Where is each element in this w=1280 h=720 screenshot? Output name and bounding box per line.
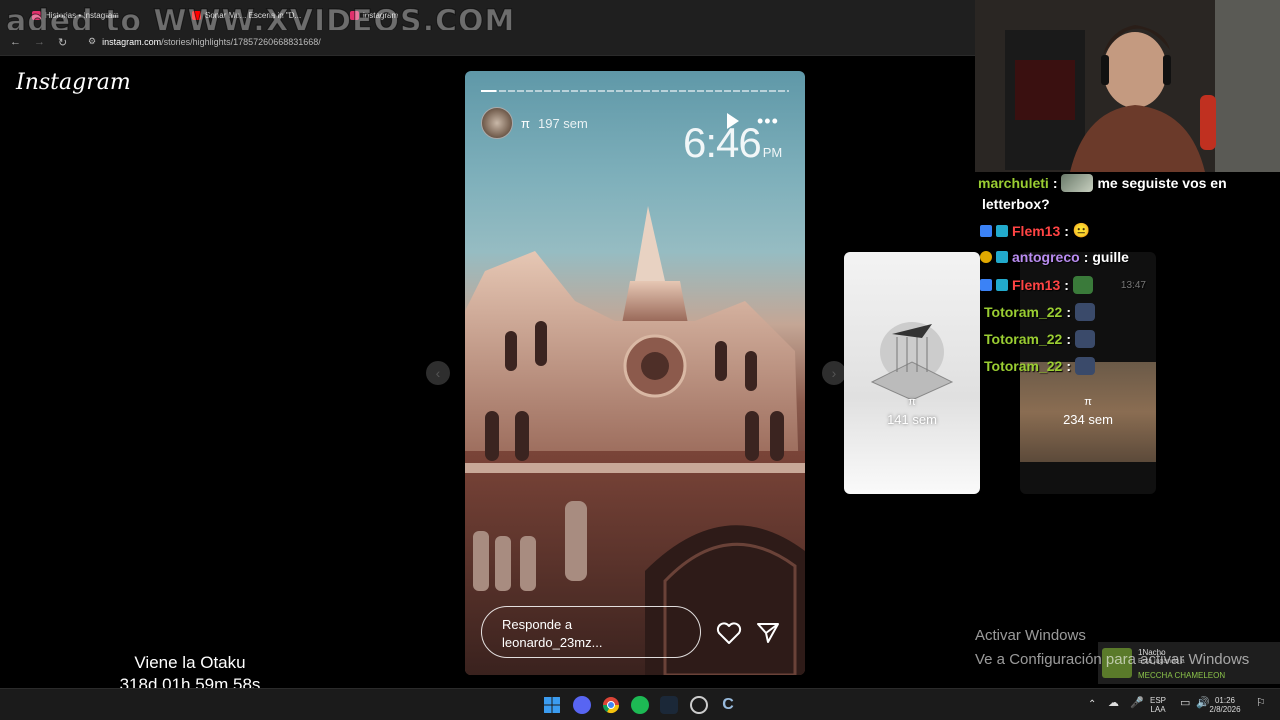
microphone-icon[interactable]: 🎤 bbox=[1130, 698, 1144, 709]
story-progress-fill bbox=[481, 90, 497, 92]
badge-icon bbox=[996, 224, 1008, 237]
clock-time: 01:26 bbox=[1214, 696, 1236, 705]
previous-story-button[interactable]: ‹ bbox=[426, 361, 450, 385]
chat-message-continuation: letterbox? bbox=[982, 196, 1050, 212]
url-field[interactable]: ⚙ instagram.com/stories/highlights/17857… bbox=[88, 36, 321, 47]
activate-title: Activar Windows bbox=[975, 627, 1086, 644]
story-age: 197 sem bbox=[537, 115, 588, 131]
chevron-left-icon: ‹ bbox=[435, 365, 441, 381]
clock-date: 2/8/2026 bbox=[1209, 705, 1241, 714]
chat-message: Flem13: 13:47 bbox=[980, 276, 1146, 294]
chat-message: Totoram_22: bbox=[984, 357, 1095, 375]
language-indicator[interactable]: ESP LAA bbox=[1150, 696, 1166, 714]
site-info-icon[interactable]: ⚙ bbox=[88, 36, 96, 47]
emote-icon bbox=[1075, 303, 1095, 321]
chat-username: marchuleti bbox=[978, 175, 1049, 191]
play-icon[interactable] bbox=[727, 113, 739, 129]
more-options-icon[interactable]: ••• bbox=[757, 111, 779, 132]
activate-windows-watermark: Activar Windows Ve a Configuración para … bbox=[975, 624, 1249, 672]
activate-subtitle: Ve a Configuración para activar Windows bbox=[975, 651, 1250, 668]
language-top: ESP bbox=[1150, 696, 1167, 705]
steam-icon[interactable] bbox=[660, 696, 678, 714]
clock-time: 6:46 bbox=[683, 119, 762, 166]
story-header: π 197 sem bbox=[481, 107, 588, 139]
chevron-up-icon[interactable]: ⌃ bbox=[1088, 700, 1096, 710]
chat-text: me seguiste vos en bbox=[1097, 175, 1227, 191]
spotify-icon[interactable] bbox=[631, 696, 649, 714]
send-icon[interactable] bbox=[756, 621, 780, 645]
next-story-button[interactable]: › bbox=[822, 361, 846, 385]
badge-icon bbox=[980, 279, 992, 291]
chat-timestamp: 13:47 bbox=[1120, 279, 1146, 291]
ccleaner-icon[interactable]: C bbox=[719, 696, 737, 714]
chat-message: Flem13: 😐 bbox=[980, 222, 1090, 239]
clock-ampm: PM bbox=[762, 145, 783, 160]
instagram-logo[interactable]: Instagram bbox=[16, 70, 131, 95]
reload-icon[interactable]: ↻ bbox=[58, 36, 67, 49]
windows-start-icon[interactable] bbox=[543, 696, 561, 714]
forward-icon[interactable]: → bbox=[34, 36, 45, 48]
emote-icon bbox=[1075, 357, 1095, 375]
obs-icon[interactable] bbox=[690, 696, 708, 714]
badge-icon bbox=[996, 279, 1008, 291]
badge-icon bbox=[980, 224, 992, 237]
streamer-image bbox=[975, 0, 1280, 172]
now-playing-game: MECCHA CHAMELEON bbox=[1138, 671, 1226, 680]
chevron-right-icon: › bbox=[831, 365, 837, 381]
side-story-username: π bbox=[1084, 396, 1092, 408]
badge-icon bbox=[980, 251, 992, 263]
reply-placeholder-line1: Responde a bbox=[502, 617, 573, 632]
chat-message: antogreco: guille bbox=[980, 249, 1129, 265]
discord-icon[interactable] bbox=[573, 696, 591, 714]
cloud-icon[interactable]: ☁ bbox=[1108, 698, 1119, 709]
notification-icon[interactable]: ⚐ bbox=[1256, 698, 1266, 709]
side-story-age: 141 sem bbox=[887, 412, 937, 427]
story-viewer[interactable]: π 197 sem 6:46 PM ••• Responde a leonard… bbox=[465, 71, 805, 675]
emote-icon bbox=[1072, 276, 1093, 294]
back-icon[interactable]: ← bbox=[10, 36, 21, 48]
clock[interactable]: 01:26 2/8/2026 bbox=[1204, 696, 1246, 714]
reply-input[interactable]: Responde a leonardo_23mz... bbox=[481, 606, 701, 658]
chrome-icon[interactable] bbox=[602, 696, 620, 714]
story-thumbnail bbox=[870, 322, 954, 401]
chat-username: Totoram_22 bbox=[984, 304, 1063, 320]
chat-username: Flem13 bbox=[1012, 277, 1061, 293]
side-story-username: π bbox=[908, 396, 916, 408]
webcam-feed bbox=[975, 0, 1280, 172]
chat-message: Totoram_22: bbox=[984, 303, 1095, 321]
monitor-icon[interactable]: ▭ bbox=[1180, 698, 1190, 709]
address-bar: ← → ↻ ⚙ instagram.com/stories/highlights… bbox=[0, 30, 975, 56]
badge-icon bbox=[996, 251, 1008, 263]
url-host: instagram.com bbox=[102, 36, 162, 47]
emote-icon bbox=[1061, 174, 1094, 192]
windows-taskbar: C ⌃ ☁ 🎤 ESP LAA ▭ 🔊 01:26 2/8/2026 ⚐ bbox=[0, 688, 1280, 720]
reply-placeholder-line2: leonardo_23mz... bbox=[502, 635, 603, 650]
chat-username: Totoram_22 bbox=[984, 331, 1063, 347]
screen: Historias • Instagram Sonar Mu... Escena… bbox=[0, 0, 1280, 720]
heart-icon[interactable] bbox=[716, 621, 742, 645]
chat-message: marchuleti: me seguiste vos en bbox=[978, 174, 1227, 192]
browser-tab-bar: Historias • Instagram Sonar Mu... Escena… bbox=[0, 0, 975, 40]
story-progress-bar bbox=[481, 90, 789, 92]
emote-icon bbox=[1075, 330, 1095, 348]
language-bottom: LAA bbox=[1150, 705, 1166, 714]
avatar[interactable] bbox=[481, 107, 513, 139]
chat-message: Totoram_22: bbox=[984, 330, 1095, 348]
countdown-title: Viene la Otaku bbox=[134, 653, 246, 672]
side-story-preview[interactable]: π 141 sem bbox=[844, 252, 980, 494]
url-path: /stories/highlights/17857260668831668/ bbox=[161, 36, 321, 47]
side-story-age: 234 sem bbox=[1063, 412, 1113, 427]
chat-emoji: 😐 bbox=[1072, 222, 1091, 238]
chat-username: Flem13 bbox=[1012, 222, 1061, 239]
chat-text: guille bbox=[1092, 249, 1129, 265]
chat-username: antogreco bbox=[1012, 249, 1080, 265]
chat-username: Totoram_22 bbox=[984, 358, 1063, 374]
story-username[interactable]: π bbox=[521, 116, 530, 131]
